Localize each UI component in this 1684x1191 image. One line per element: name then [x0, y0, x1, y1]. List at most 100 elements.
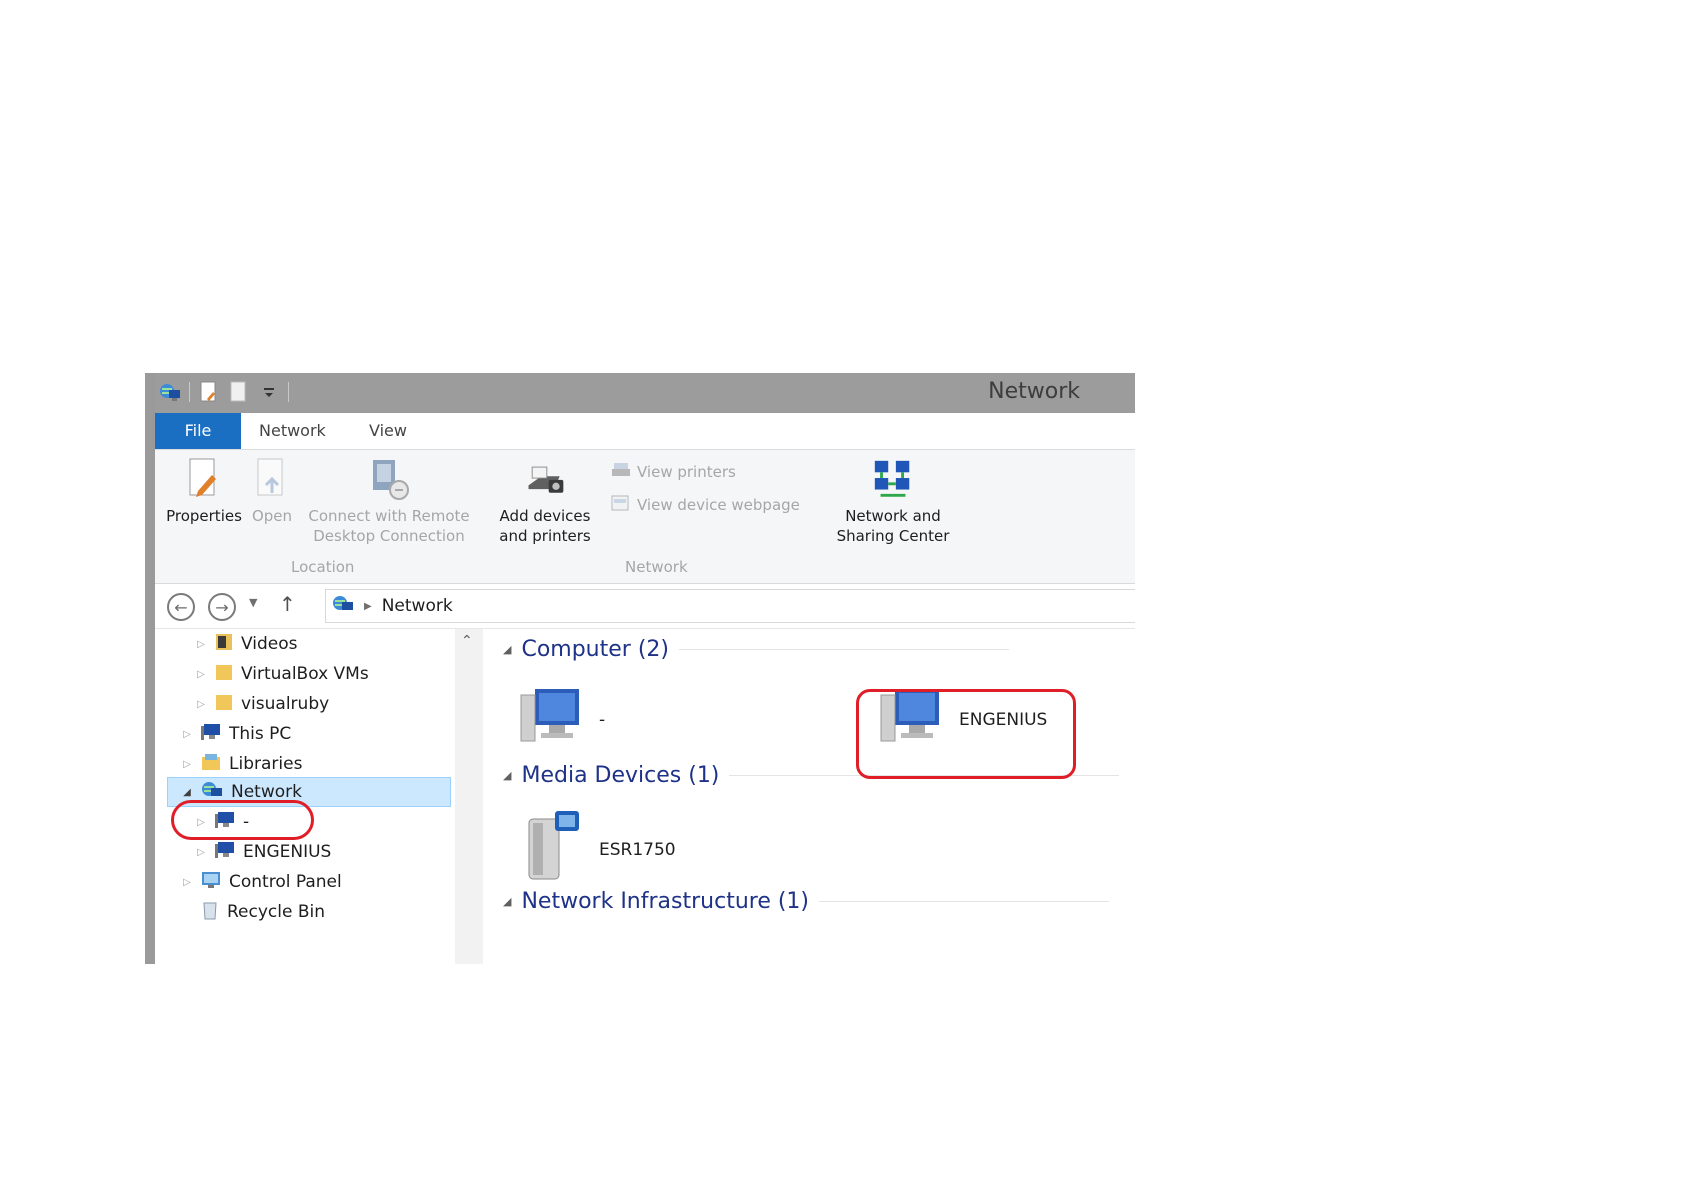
control-panel-icon — [201, 871, 221, 894]
tree-item-this-pc[interactable]: ▷ This PC — [181, 719, 291, 749]
tree-label: ENGENIUS — [243, 842, 332, 862]
printers-icon — [611, 460, 631, 484]
group-title: Computer (2) — [521, 637, 669, 662]
media-item-esr1750[interactable]: ESR1750 — [521, 809, 676, 890]
item-label: - — [599, 709, 606, 730]
breadcrumb-network[interactable]: Network — [382, 596, 453, 616]
expand-arrow-icon[interactable]: ▷ — [195, 699, 207, 710]
collapse-triangle-icon: ◢ — [503, 895, 512, 908]
properties-icon — [182, 456, 226, 502]
tab-file[interactable]: File — [155, 413, 241, 449]
collapse-triangle-icon: ◢ — [503, 769, 512, 782]
explorer-window: Network File Network View Properties Ope… — [145, 373, 1135, 964]
expand-arrow-icon[interactable]: ▷ — [181, 729, 193, 740]
expand-arrow-icon[interactable]: ▷ — [195, 847, 207, 858]
network-sharing-icon — [871, 456, 915, 502]
open-icon — [250, 456, 294, 502]
customize-dropdown-icon[interactable] — [258, 381, 280, 403]
properties-label: Properties — [166, 507, 242, 525]
toolbar-separator — [189, 382, 190, 402]
tree-label: VirtualBox VMs — [241, 664, 369, 684]
properties-icon[interactable] — [198, 381, 220, 403]
tree-label: Videos — [241, 634, 298, 654]
add-devices-label-2: and printers — [499, 527, 591, 545]
item-label: ESR1750 — [599, 839, 676, 860]
group-divider — [819, 901, 1110, 902]
group-label-location: Location — [291, 558, 355, 576]
view-device-webpage-button[interactable]: View device webpage — [611, 493, 800, 517]
tab-view[interactable]: View — [369, 413, 407, 449]
window-title: Network — [988, 379, 1080, 404]
up-arrow-icon: ↑ — [279, 592, 296, 616]
tree-label: visualruby — [241, 694, 330, 714]
connect-remote-label-2: Desktop Connection — [313, 527, 465, 545]
printer-camera-icon — [523, 456, 567, 502]
tree-label: Recycle Bin — [227, 902, 326, 922]
tree-item-recycle-bin[interactable]: Recycle Bin — [181, 897, 325, 927]
tree-item-engenius[interactable]: ▷ ENGENIUS — [195, 837, 331, 867]
webpage-icon — [611, 493, 631, 517]
network-sharing-label-2: Sharing Center — [836, 527, 950, 545]
recycle-bin-icon — [201, 900, 219, 925]
tree-item-control-panel[interactable]: ▷ Control Panel — [181, 867, 342, 897]
collapse-arrow-icon[interactable]: ◢ — [181, 787, 193, 798]
toolbar-separator — [288, 382, 289, 402]
media-device-icon — [521, 809, 585, 890]
expand-arrow-icon[interactable]: ▷ — [195, 639, 207, 650]
back-button[interactable]: ← — [167, 593, 195, 621]
recent-locations-dropdown[interactable]: ▼ — [249, 596, 257, 609]
open-label: Open — [251, 507, 293, 525]
videos-folder-icon — [215, 632, 233, 657]
computer-icon — [201, 723, 221, 746]
breadcrumb-separator-icon: ▶ — [364, 600, 372, 612]
computer-icon — [515, 685, 585, 754]
address-path[interactable]: ▶ Network — [325, 589, 1135, 623]
tree-label: Network — [231, 782, 302, 802]
expand-arrow-icon[interactable]: ▷ — [181, 877, 193, 888]
forward-arrow-icon: → — [215, 597, 229, 617]
tree-item-libraries[interactable]: ▷ Libraries — [181, 749, 302, 779]
tree-item-visualruby[interactable]: ▷ visualruby — [195, 689, 329, 719]
computer-item-dash[interactable]: - — [515, 685, 605, 754]
chevron-up-icon[interactable]: ⌃ — [461, 633, 473, 649]
new-folder-icon[interactable] — [228, 381, 250, 403]
up-button[interactable]: ↑ — [279, 592, 296, 616]
forward-button[interactable]: → — [208, 593, 236, 621]
group-title: Network Infrastructure (1) — [521, 889, 810, 914]
network-highlight-outline — [171, 800, 314, 840]
group-label-network: Network — [625, 558, 688, 576]
navigation-scrollbar[interactable]: ⌃ — [455, 629, 483, 964]
properties-button[interactable]: Properties — [163, 456, 245, 526]
tree-label: Libraries — [229, 754, 303, 774]
add-devices-button[interactable]: Add devices and printers — [493, 456, 597, 546]
quick-access-toolbar — [159, 381, 289, 403]
group-divider — [679, 649, 1009, 650]
expand-arrow-icon[interactable]: ▷ — [181, 759, 193, 770]
view-device-webpage-label: View device webpage — [637, 496, 800, 514]
tree-item-videos[interactable]: ▷ Videos — [195, 629, 298, 659]
ribbon: Properties Open Connect with Remote Desk… — [155, 450, 1135, 584]
folder-icon — [215, 692, 233, 717]
network-sharing-label-1: Network and — [845, 507, 941, 525]
folder-icon — [215, 662, 233, 687]
group-title: Media Devices (1) — [521, 763, 720, 788]
back-arrow-icon: ← — [174, 597, 188, 617]
group-header-network-infrastructure[interactable]: ◢ Network Infrastructure (1) — [503, 889, 1110, 914]
tree-label: This PC — [229, 724, 292, 744]
connect-remote-desktop-button[interactable]: Connect with Remote Desktop Connection — [303, 456, 475, 546]
address-bar: ← → ▼ ↑ ▶ Network — [155, 584, 1135, 629]
remote-desktop-icon — [367, 456, 411, 502]
view-printers-button[interactable]: View printers — [611, 460, 736, 484]
collapse-triangle-icon: ◢ — [503, 643, 512, 656]
libraries-icon — [201, 753, 221, 776]
network-sharing-center-button[interactable]: Network and Sharing Center — [823, 456, 963, 546]
tab-network[interactable]: Network — [259, 413, 326, 449]
computer-icon — [215, 841, 235, 864]
network-globe-icon[interactable] — [159, 381, 181, 403]
expand-arrow-icon[interactable]: ▷ — [195, 669, 207, 680]
network-globe-icon — [332, 594, 354, 619]
tree-item-virtualbox-vms[interactable]: ▷ VirtualBox VMs — [195, 659, 369, 689]
connect-remote-label-1: Connect with Remote — [308, 507, 470, 525]
group-header-computer[interactable]: ◢ Computer (2) — [503, 637, 1009, 662]
open-button[interactable]: Open — [247, 456, 297, 526]
